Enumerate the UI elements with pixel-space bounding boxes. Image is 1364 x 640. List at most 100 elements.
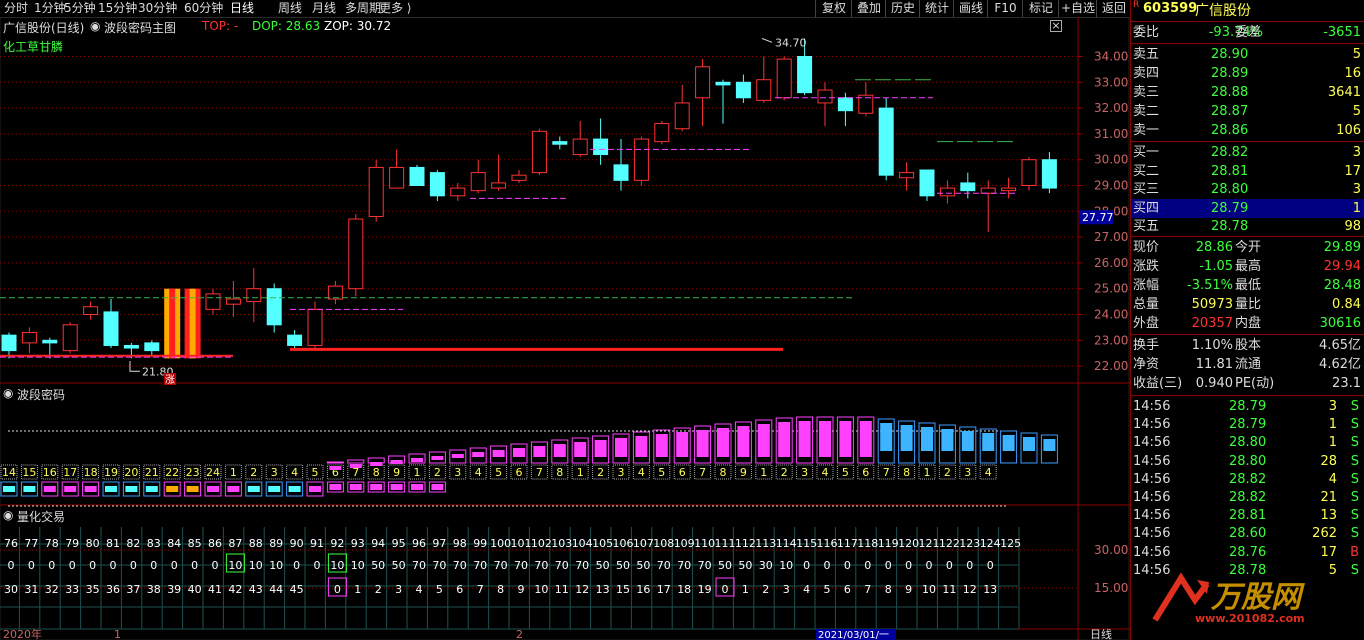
quant-row3-cell: 0	[722, 583, 729, 596]
quant-row3-cell: 42	[228, 583, 242, 596]
period-tab-8[interactable]: 月线	[312, 0, 336, 17]
quant-row2-cell: 0	[191, 559, 198, 572]
counter-label: 20	[124, 466, 138, 479]
period-tab-0[interactable]: 分时	[4, 0, 28, 17]
tick-time: 14:56	[1133, 544, 1171, 560]
counter-label: 7	[536, 466, 543, 479]
band-block	[737, 426, 750, 457]
quote-panel: R 603599 广信股份 委比 -93.74% 委差 -3651 卖五 28.90 5 卖四 28.…	[1130, 0, 1364, 640]
subpanel1-icon[interactable]: ◉	[3, 386, 13, 400]
quant-row3-cell: 16	[636, 583, 650, 596]
quant-row2-cell: 0	[885, 559, 892, 572]
tick-side: S	[1350, 526, 1359, 542]
toolbar-button-0[interactable]: 复权	[815, 0, 852, 17]
ask-label: 卖三	[1133, 85, 1160, 100]
counter-label: 6	[862, 466, 869, 479]
candle-body	[878, 107, 894, 176]
period-tab-3[interactable]: 15分钟	[98, 0, 137, 17]
period-tab-9[interactable]: 多周期	[345, 0, 381, 17]
period-tab-1[interactable]: 1分钟	[34, 0, 66, 17]
band-block-low	[329, 484, 342, 490]
period-tab-5[interactable]: 60分钟	[184, 0, 223, 17]
toolbar-button-4[interactable]: 画线	[953, 0, 988, 17]
quant-row3-cell: 6	[456, 583, 463, 596]
quant-row1-cell: 97	[432, 537, 446, 550]
candle-body	[674, 102, 690, 130]
toolbar-button-5[interactable]: F10	[987, 0, 1023, 17]
bid-vol: 3	[1352, 145, 1361, 160]
counter-label: 9	[393, 466, 400, 479]
quant-row1-cell: 83	[147, 537, 161, 550]
band-block	[594, 440, 607, 457]
quant-row3-cell: 3	[783, 583, 790, 596]
quant-row1-cell: 80	[86, 537, 100, 550]
tick-vol: 13	[1320, 508, 1337, 524]
quant-row1-cell: 113	[755, 537, 776, 550]
toolbar-button-3[interactable]: 统计	[919, 0, 954, 17]
tick-side: S	[1350, 490, 1359, 505]
candle-body	[776, 58, 792, 99]
quant-row3-cell: 8	[885, 583, 892, 596]
candle-body	[756, 79, 772, 101]
counter-label: 4	[822, 466, 829, 479]
quant-row3-cell: 41	[208, 583, 222, 596]
quant-row1-cell: 88	[249, 537, 263, 550]
quant-row3-cell: 10	[922, 583, 936, 596]
stat-row: 外盘 20357 内盘 30616	[1131, 314, 1364, 333]
band-block	[900, 425, 913, 451]
chart-area[interactable]: 34.0033.0032.0031.0030.0029.0028.0027.00…	[0, 17, 1130, 640]
candle-body	[695, 66, 711, 99]
quant-row2-cell: 0	[987, 559, 994, 572]
quant-row2-cell: 50	[616, 559, 630, 572]
counter-label: 17	[63, 466, 77, 479]
toolbar-button-7[interactable]: +自选	[1058, 0, 1097, 17]
indicator-name[interactable]: 波段密码主图	[104, 19, 176, 36]
band-block	[921, 427, 933, 451]
bid-price: 28.82	[1211, 145, 1249, 160]
bid-vol: 17	[1344, 163, 1361, 179]
quant-row3-cell: 9	[905, 583, 912, 596]
quant-row3-cell: 39	[167, 583, 181, 596]
toolbar-button-6[interactable]: 标记	[1022, 0, 1059, 17]
quant-row3-cell: 33	[65, 583, 79, 596]
toolbar-button-2[interactable]: 历史	[885, 0, 920, 17]
counter-label: 3	[454, 466, 461, 479]
indicator-gear-icon[interactable]: ◉	[90, 19, 100, 33]
quant-row2-cell: 50	[596, 559, 610, 572]
quant-row2-cell: 70	[473, 559, 487, 572]
candle-body	[103, 311, 119, 346]
quant-row1-cell: 114	[776, 537, 797, 550]
quant-row1-cell: 92	[330, 537, 344, 550]
tick-side: S	[1350, 435, 1359, 451]
band-block	[451, 454, 464, 458]
quant-row1-cell: 109	[674, 537, 695, 550]
counter-label: 2	[434, 466, 441, 479]
tick-row: 14:56 28.60 262 S	[1131, 524, 1364, 543]
subpanel2-icon[interactable]: ◉	[3, 508, 13, 522]
close-icon[interactable]: ×	[1050, 20, 1062, 32]
bid-label: 买二	[1133, 163, 1160, 179]
divider	[1131, 334, 1364, 335]
quant-row2-cell: 10	[330, 559, 344, 572]
toolbar-button-8[interactable]: 返回	[1096, 0, 1131, 17]
quant-row2-cell: 0	[171, 559, 178, 572]
low-mark-pointer	[129, 360, 140, 372]
candle-body	[531, 130, 547, 174]
toolbar-button-1[interactable]: 叠加	[851, 0, 886, 17]
quant-row3-cell: 45	[290, 583, 304, 596]
candle-body	[307, 308, 323, 346]
candle-body	[266, 288, 282, 326]
period-tab-4[interactable]: 30分钟	[138, 0, 177, 17]
period-tab-6[interactable]: 日线	[230, 0, 254, 17]
stat-label: 现价	[1133, 240, 1160, 255]
candle-body	[919, 169, 935, 197]
quant-row3-cell: 35	[86, 583, 100, 596]
stat2-label: 收益(三)	[1133, 376, 1183, 391]
period-tab-10[interactable]: 更多 ⟩	[379, 0, 412, 17]
candle-body	[491, 182, 507, 189]
band-block	[64, 486, 77, 492]
quant-axis-label: 15.00	[1094, 581, 1128, 595]
period-tab-2[interactable]: 5分钟	[64, 0, 96, 17]
price-tick-label: 31.00	[1094, 127, 1128, 141]
period-tab-7[interactable]: 周线	[278, 0, 302, 17]
